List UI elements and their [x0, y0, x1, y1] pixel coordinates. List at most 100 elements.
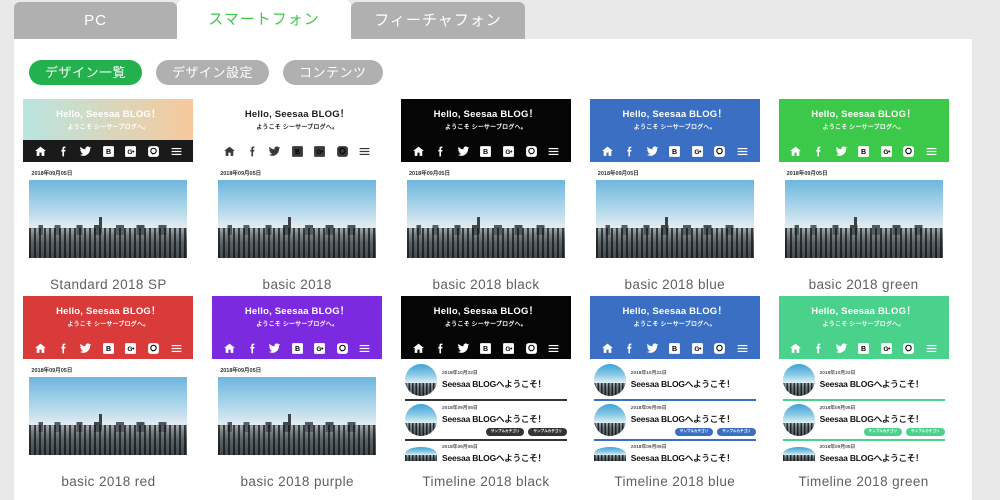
preview-timeline-row[interactable]: 2018年10月22日 Seesaa BLOGへようこそ！ — [404, 361, 567, 399]
design-card[interactable]: Hello, Seesaa BLOG！ ようこそ シーサーブログへ。 BG 20… — [14, 95, 203, 292]
design-card[interactable]: Hello, Seesaa BLOG！ ようこそ シーサーブログへ。 BG 20… — [769, 95, 958, 292]
line-icon[interactable] — [147, 145, 160, 158]
home-icon[interactable] — [223, 145, 236, 158]
line-icon[interactable] — [713, 342, 726, 355]
google-plus-icon[interactable]: G — [124, 342, 137, 355]
design-card[interactable]: Hello, Seesaa BLOG！ ようこそ シーサーブログへ。 BG 20… — [392, 292, 581, 489]
hatena-icon[interactable]: B — [479, 342, 492, 355]
home-icon[interactable] — [601, 342, 614, 355]
design-thumbnail[interactable]: Hello, Seesaa BLOG！ ようこそ シーサーブログへ。 BG 20… — [212, 99, 383, 271]
home-icon[interactable] — [34, 145, 47, 158]
google-plus-icon[interactable]: G — [502, 145, 515, 158]
hamburger-menu-icon[interactable] — [547, 342, 560, 355]
preview-timeline-row[interactable]: 2018年09月05日 Seesaa BLOGへようこそ！ サンプルカテゴリ サン… — [593, 399, 756, 439]
twitter-icon[interactable] — [268, 342, 281, 355]
facebook-icon[interactable] — [623, 145, 636, 158]
design-thumbnail[interactable]: Hello, Seesaa BLOG！ ようこそ シーサーブログへ。 BG 20… — [400, 99, 571, 271]
hatena-icon[interactable]: B — [857, 342, 870, 355]
preview-tag[interactable]: サンプルカテゴリ — [674, 427, 714, 436]
facebook-icon[interactable] — [434, 145, 447, 158]
line-icon[interactable] — [902, 145, 915, 158]
design-thumbnail[interactable]: Hello, Seesaa BLOG！ ようこそ シーサーブログへ。 BG 20… — [212, 296, 383, 468]
scrollbar-track[interactable] — [986, 0, 1000, 500]
home-icon[interactable] — [223, 342, 236, 355]
google-plus-icon[interactable]: G — [880, 342, 893, 355]
tab-feature-phone[interactable]: フィーチャフォン — [351, 2, 525, 39]
hamburger-menu-icon[interactable] — [925, 342, 938, 355]
google-plus-icon[interactable]: G — [502, 342, 515, 355]
hatena-icon[interactable]: B — [479, 145, 492, 158]
google-plus-icon[interactable]: G — [313, 145, 326, 158]
design-thumbnail[interactable]: Hello, Seesaa BLOG！ ようこそ シーサーブログへ。 BG 20… — [589, 99, 760, 271]
preview-timeline-row[interactable]: 2018年09月05日 Seesaa BLOGへようこそ！ — [404, 439, 567, 464]
google-plus-icon[interactable]: G — [124, 145, 137, 158]
twitter-icon[interactable] — [457, 145, 470, 158]
hatena-icon[interactable]: B — [857, 145, 870, 158]
design-thumbnail[interactable]: Hello, Seesaa BLOG！ ようこそ シーサーブログへ。 BG 20… — [23, 296, 194, 468]
facebook-icon[interactable] — [434, 342, 447, 355]
google-plus-icon[interactable]: G — [880, 145, 893, 158]
twitter-icon[interactable] — [835, 342, 848, 355]
design-thumbnail[interactable]: Hello, Seesaa BLOG！ ようこそ シーサーブログへ。 BG 20… — [23, 99, 194, 271]
preview-timeline-row[interactable]: 2018年09月05日 Seesaa BLOGへようこそ！ サンプルカテゴリ サン… — [782, 399, 945, 439]
preview-tag[interactable]: サンプルカテゴリ — [863, 427, 903, 436]
facebook-icon[interactable] — [246, 145, 259, 158]
button-design-list[interactable]: デザイン一覧 — [29, 60, 143, 85]
twitter-icon[interactable] — [79, 145, 92, 158]
preview-timeline-row[interactable]: 2018年09月05日 Seesaa BLOGへようこそ！ サンプルカテゴリ サン… — [404, 399, 567, 439]
facebook-icon[interactable] — [57, 145, 70, 158]
preview-timeline-row[interactable]: 2018年10月22日 Seesaa BLOGへようこそ！ — [782, 361, 945, 399]
home-icon[interactable] — [412, 145, 425, 158]
facebook-icon[interactable] — [812, 342, 825, 355]
preview-tag[interactable]: サンプルカテゴリ — [485, 427, 525, 436]
design-thumbnail[interactable]: Hello, Seesaa BLOG！ ようこそ シーサーブログへ。 BG 20… — [778, 99, 949, 271]
home-icon[interactable] — [789, 145, 802, 158]
hamburger-menu-icon[interactable] — [547, 145, 560, 158]
home-icon[interactable] — [412, 342, 425, 355]
hatena-icon[interactable]: B — [102, 145, 115, 158]
hamburger-menu-icon[interactable] — [925, 145, 938, 158]
button-design-settings[interactable]: デザイン設定 — [156, 60, 270, 85]
tab-pc[interactable]: PC — [14, 2, 177, 39]
preview-tag[interactable]: サンプルカテゴリ — [528, 427, 567, 436]
twitter-icon[interactable] — [457, 342, 470, 355]
design-card[interactable]: Hello, Seesaa BLOG！ ようこそ シーサーブログへ。 BG 20… — [580, 292, 769, 489]
preview-tag[interactable]: サンプルカテゴリ — [906, 427, 945, 436]
design-card[interactable]: Hello, Seesaa BLOG！ ようこそ シーサーブログへ。 BG 20… — [14, 292, 203, 489]
home-icon[interactable] — [789, 342, 802, 355]
preview-timeline-row[interactable]: 2018年10月22日 Seesaa BLOGへようこそ！ — [593, 361, 756, 399]
design-thumbnail[interactable]: Hello, Seesaa BLOG！ ようこそ シーサーブログへ。 BG 20… — [778, 296, 949, 468]
facebook-icon[interactable] — [57, 342, 70, 355]
hamburger-menu-icon[interactable] — [358, 342, 371, 355]
twitter-icon[interactable] — [646, 342, 659, 355]
line-icon[interactable] — [336, 145, 349, 158]
hatena-icon[interactable]: B — [291, 145, 304, 158]
google-plus-icon[interactable]: G — [313, 342, 326, 355]
preview-timeline-row[interactable]: 2018年09月05日 Seesaa BLOGへようこそ！ — [593, 439, 756, 464]
twitter-icon[interactable] — [79, 342, 92, 355]
design-thumbnail[interactable]: Hello, Seesaa BLOG！ ようこそ シーサーブログへ。 BG 20… — [400, 296, 571, 468]
button-content[interactable]: コンテンツ — [283, 60, 383, 85]
twitter-icon[interactable] — [268, 145, 281, 158]
line-icon[interactable] — [902, 342, 915, 355]
design-thumbnail[interactable]: Hello, Seesaa BLOG！ ようこそ シーサーブログへ。 BG 20… — [589, 296, 760, 468]
hamburger-menu-icon[interactable] — [736, 342, 749, 355]
hamburger-menu-icon[interactable] — [358, 145, 371, 158]
line-icon[interactable] — [147, 342, 160, 355]
hamburger-menu-icon[interactable] — [736, 145, 749, 158]
hatena-icon[interactable]: B — [102, 342, 115, 355]
hamburger-menu-icon[interactable] — [170, 342, 183, 355]
facebook-icon[interactable] — [812, 145, 825, 158]
line-icon[interactable] — [525, 342, 538, 355]
home-icon[interactable] — [601, 145, 614, 158]
line-icon[interactable] — [525, 145, 538, 158]
google-plus-icon[interactable]: G — [691, 145, 704, 158]
facebook-icon[interactable] — [623, 342, 636, 355]
design-card[interactable]: Hello, Seesaa BLOG！ ようこそ シーサーブログへ。 BG 20… — [769, 292, 958, 489]
twitter-icon[interactable] — [835, 145, 848, 158]
line-icon[interactable] — [713, 145, 726, 158]
google-plus-icon[interactable]: G — [691, 342, 704, 355]
design-card[interactable]: Hello, Seesaa BLOG！ ようこそ シーサーブログへ。 BG 20… — [203, 292, 392, 489]
preview-tag[interactable]: サンプルカテゴリ — [717, 427, 756, 436]
preview-timeline-row[interactable]: 2018年09月05日 Seesaa BLOGへようこそ！ — [782, 439, 945, 464]
